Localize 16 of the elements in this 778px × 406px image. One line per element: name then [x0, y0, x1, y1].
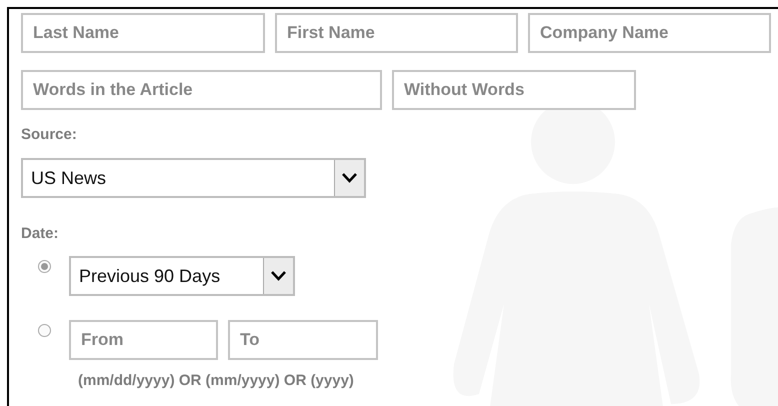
text-field[interactable]: First Name	[275, 13, 518, 53]
date-label: Date:	[21, 225, 59, 242]
source-label: Source:	[21, 126, 77, 143]
text-field[interactable]: Last Name	[21, 13, 265, 53]
date-range-select[interactable]: Previous 90 Days	[69, 256, 295, 296]
text-field[interactable]: Company Name	[528, 13, 771, 53]
date-format-hint: (mm/dd/yyyy) OR (mm/yyyy) OR (yyyy)	[78, 372, 355, 389]
radio-button[interactable]	[38, 324, 51, 337]
caret-icon	[334, 160, 364, 196]
caret-icon	[263, 258, 293, 294]
from-date-field[interactable]: From	[69, 320, 218, 360]
text-field[interactable]: Without Words	[392, 70, 636, 110]
text-field[interactable]: Words in the Article	[21, 70, 382, 110]
source-select[interactable]: US News	[21, 158, 366, 198]
to-date-field[interactable]: To	[228, 320, 378, 360]
radio-button[interactable]	[38, 260, 51, 273]
